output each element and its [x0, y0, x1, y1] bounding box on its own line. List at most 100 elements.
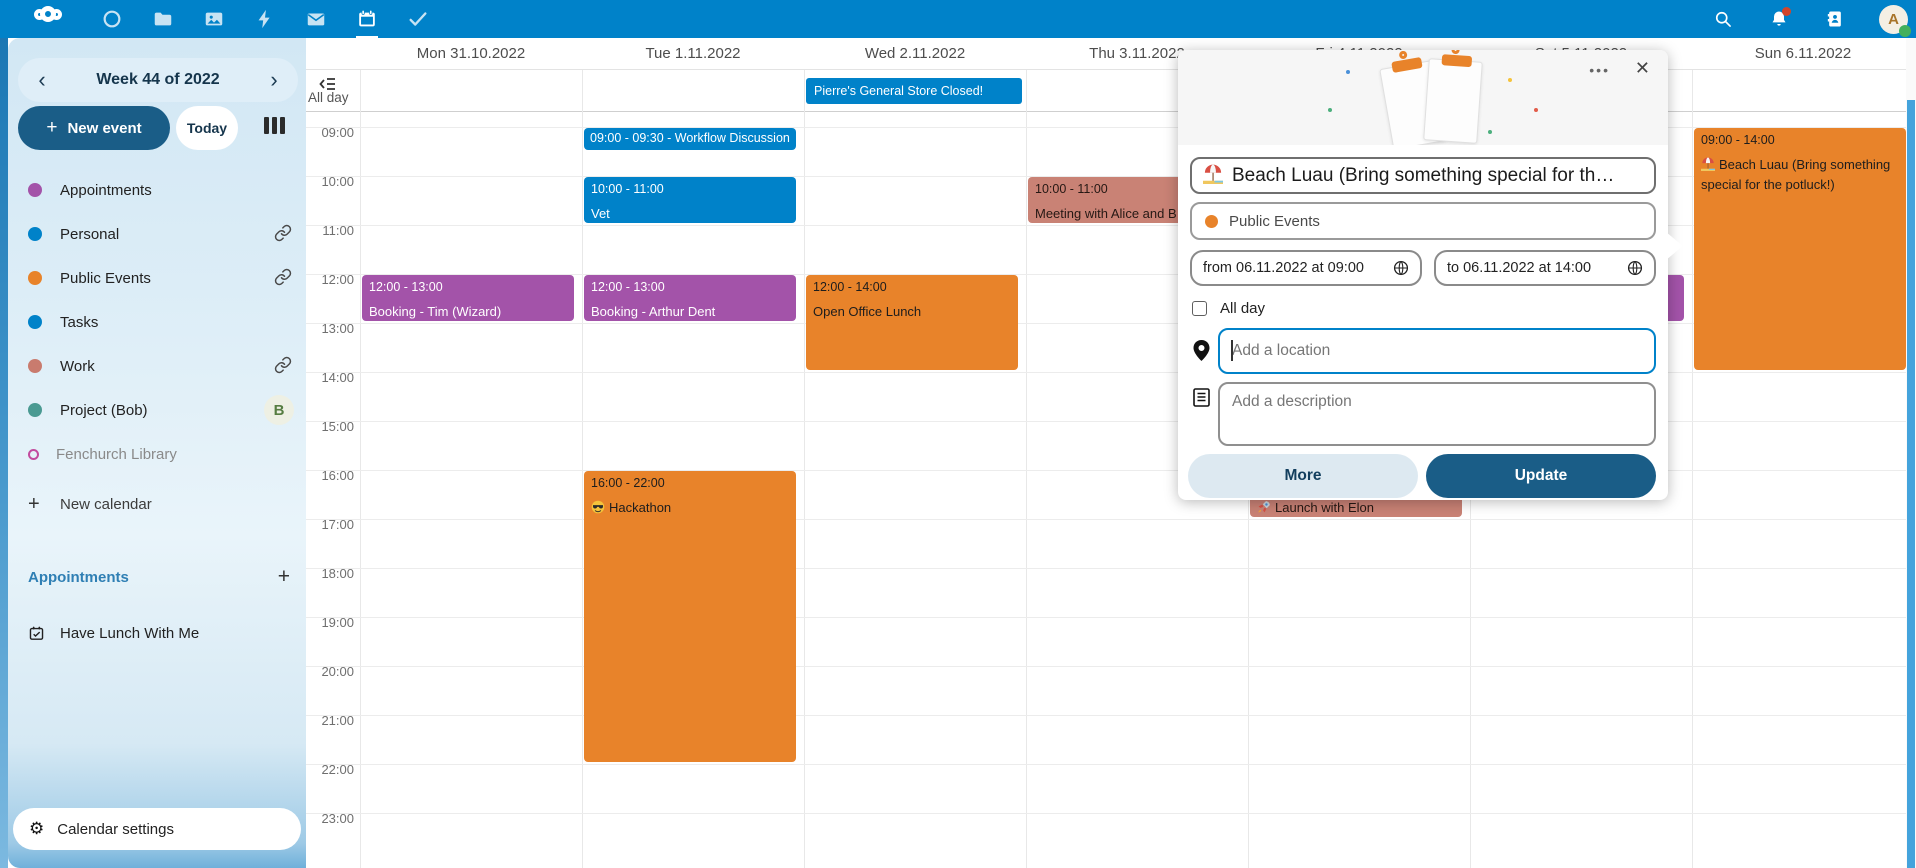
hour-line	[306, 715, 1916, 716]
event[interactable]: 12:00 - 13:00 Booking - Tim (Wizard)	[362, 275, 574, 321]
calendar-color-dot	[28, 183, 42, 197]
time-label: 17:00	[306, 517, 354, 532]
popup-actions-menu-icon[interactable]: •••	[1589, 62, 1610, 78]
share-link-icon[interactable]	[274, 224, 294, 244]
time-label: 12:00	[306, 272, 354, 287]
calendar-name: Tasks	[60, 314, 294, 331]
timezone-globe-icon[interactable]	[1393, 260, 1409, 276]
calendar-app-icon[interactable]	[355, 7, 379, 31]
calendar-color-dot	[28, 271, 42, 285]
calendar-color-dot	[28, 227, 42, 241]
calendar-color-dot	[28, 449, 39, 460]
time-label: 14:00	[306, 370, 354, 385]
calendar-name: Appointments	[60, 182, 294, 199]
hour-line	[306, 764, 1916, 765]
hour-line	[306, 813, 1916, 814]
location-input[interactable]	[1218, 328, 1656, 374]
tasks-icon[interactable]	[406, 7, 430, 31]
event[interactable]: 12:00 - 14:00Open Office Lunch	[806, 275, 1018, 370]
scrollbar-thumb[interactable]	[1907, 100, 1915, 868]
calendar-name: Fenchurch Library	[56, 446, 294, 463]
hour-line	[306, 617, 1916, 618]
calendar-settings-button[interactable]: ⚙ Calendar settings	[13, 808, 301, 850]
top-bar: A	[0, 0, 1916, 38]
share-link-icon[interactable]	[274, 356, 294, 376]
hour-line	[306, 421, 1916, 422]
photos-icon[interactable]	[202, 7, 226, 31]
location-pin-icon	[1193, 340, 1210, 361]
notifications-bell-icon[interactable]	[1767, 7, 1791, 31]
appointments-title: Appointments	[28, 569, 278, 586]
dashboard-icon[interactable]	[100, 7, 124, 31]
appointments-section-header: Appointments +	[8, 560, 306, 594]
sidebar-calendar-item[interactable]: Appointments	[8, 168, 306, 212]
add-appointment-button[interactable]: +	[278, 565, 290, 589]
sidebar-calendar-item[interactable]: Tasks	[8, 300, 306, 344]
event[interactable]: 09:00 - 09:30 - Workflow Discussion	[584, 128, 796, 150]
time-label: 20:00	[306, 664, 354, 679]
notification-badge	[1782, 7, 1791, 16]
files-icon[interactable]	[151, 7, 175, 31]
update-button[interactable]: Update	[1426, 454, 1656, 498]
calendar-color-dot	[28, 315, 42, 329]
event-title: Booking - Arthur Dent	[591, 302, 789, 321]
activity-icon[interactable]	[253, 7, 277, 31]
grid-body[interactable]: 09:0010:0011:0012:0013:0014:0015:0016:00…	[306, 112, 1916, 868]
nextcloud-logo[interactable]	[34, 6, 62, 22]
top-bar-right: A	[1711, 0, 1908, 38]
previous-week-button[interactable]: ‹	[24, 62, 60, 98]
nextcloud-calendar-app: A ‹ Week 44 of 2022 › + New event Today …	[0, 0, 1916, 868]
popup-title-field[interactable]: Beach Luau (Bring something special for …	[1190, 157, 1656, 194]
event[interactable]: 12:00 - 13:00 Booking - Arthur Dent	[584, 275, 796, 321]
event[interactable]: 10:00 - 11:00Vet	[584, 177, 796, 223]
appointment-item[interactable]: Have Lunch With Me	[8, 616, 306, 650]
sidebar-calendar-item[interactable]: Fenchurch Library	[8, 432, 306, 476]
sidebar-calendar-item[interactable]: Public Events	[8, 256, 306, 300]
hour-line	[306, 372, 1916, 373]
popup-calendar-dot	[1205, 215, 1218, 228]
calendar-name: Personal	[60, 226, 274, 243]
next-week-button[interactable]: ›	[256, 62, 292, 98]
event[interactable]: 16:00 - 22:00Hackathon	[584, 471, 796, 762]
allday-checkbox-row[interactable]: All day	[1192, 300, 1265, 317]
end-datetime-field[interactable]: to 06.11.2022 at 14:00	[1434, 250, 1656, 286]
more-button[interactable]: More	[1188, 454, 1418, 498]
vertical-scrollbar[interactable]	[1906, 38, 1916, 868]
day-header: Mon 31.10.2022	[360, 45, 582, 62]
share-link-icon[interactable]	[274, 268, 294, 288]
user-avatar[interactable]: A	[1879, 5, 1908, 34]
online-status-dot	[1899, 25, 1911, 37]
event-time: 12:00 - 13:00	[369, 279, 567, 299]
event-time: 12:00 - 13:00	[591, 279, 789, 299]
calendar-select[interactable]: Public Events	[1190, 202, 1656, 240]
hour-line	[306, 127, 1916, 128]
start-datetime-field[interactable]: from 06.11.2022 at 09:00	[1190, 250, 1422, 286]
calendar-color-dot	[28, 359, 42, 373]
hour-line	[306, 323, 1916, 324]
time-label: 16:00	[306, 468, 354, 483]
event-title: Beach Luau (Bring something special for …	[1701, 155, 1899, 195]
today-button[interactable]: Today	[176, 106, 238, 150]
new-calendar-button[interactable]: + New calendar	[8, 482, 306, 526]
event-title: Booking - Tim (Wizard)	[369, 302, 567, 321]
sidebar-calendar-item[interactable]: Work	[8, 344, 306, 388]
shared-by-avatar: B	[264, 395, 294, 425]
event-time: 09:00 - 14:00	[1701, 132, 1899, 152]
view-switcher-icon[interactable]	[264, 117, 285, 134]
day-header: Tue 1.11.2022	[582, 45, 804, 62]
day-header-row: Mon 31.10.2022Tue 1.11.2022Wed 2.11.2022…	[306, 38, 1916, 70]
allday-checkbox[interactable]	[1192, 301, 1207, 316]
timezone-globe-icon[interactable]	[1627, 260, 1643, 276]
search-icon[interactable]	[1711, 7, 1735, 31]
contacts-icon[interactable]	[1823, 7, 1847, 31]
calendar-color-dot	[28, 403, 42, 417]
description-input[interactable]	[1218, 382, 1656, 446]
sidebar-calendar-item[interactable]: Project (Bob)B	[8, 388, 306, 432]
sidebar-calendar-item[interactable]: Personal	[8, 212, 306, 256]
event[interactable]: 09:00 - 14:00 Beach Luau (Bring something…	[1694, 128, 1906, 370]
avatar-letter: A	[1888, 11, 1899, 28]
new-event-button[interactable]: + New event	[18, 106, 170, 150]
mail-icon[interactable]	[304, 7, 328, 31]
close-icon[interactable]: ✕	[1635, 58, 1650, 79]
allday-event[interactable]: Pierre's General Store Closed!	[806, 78, 1022, 104]
